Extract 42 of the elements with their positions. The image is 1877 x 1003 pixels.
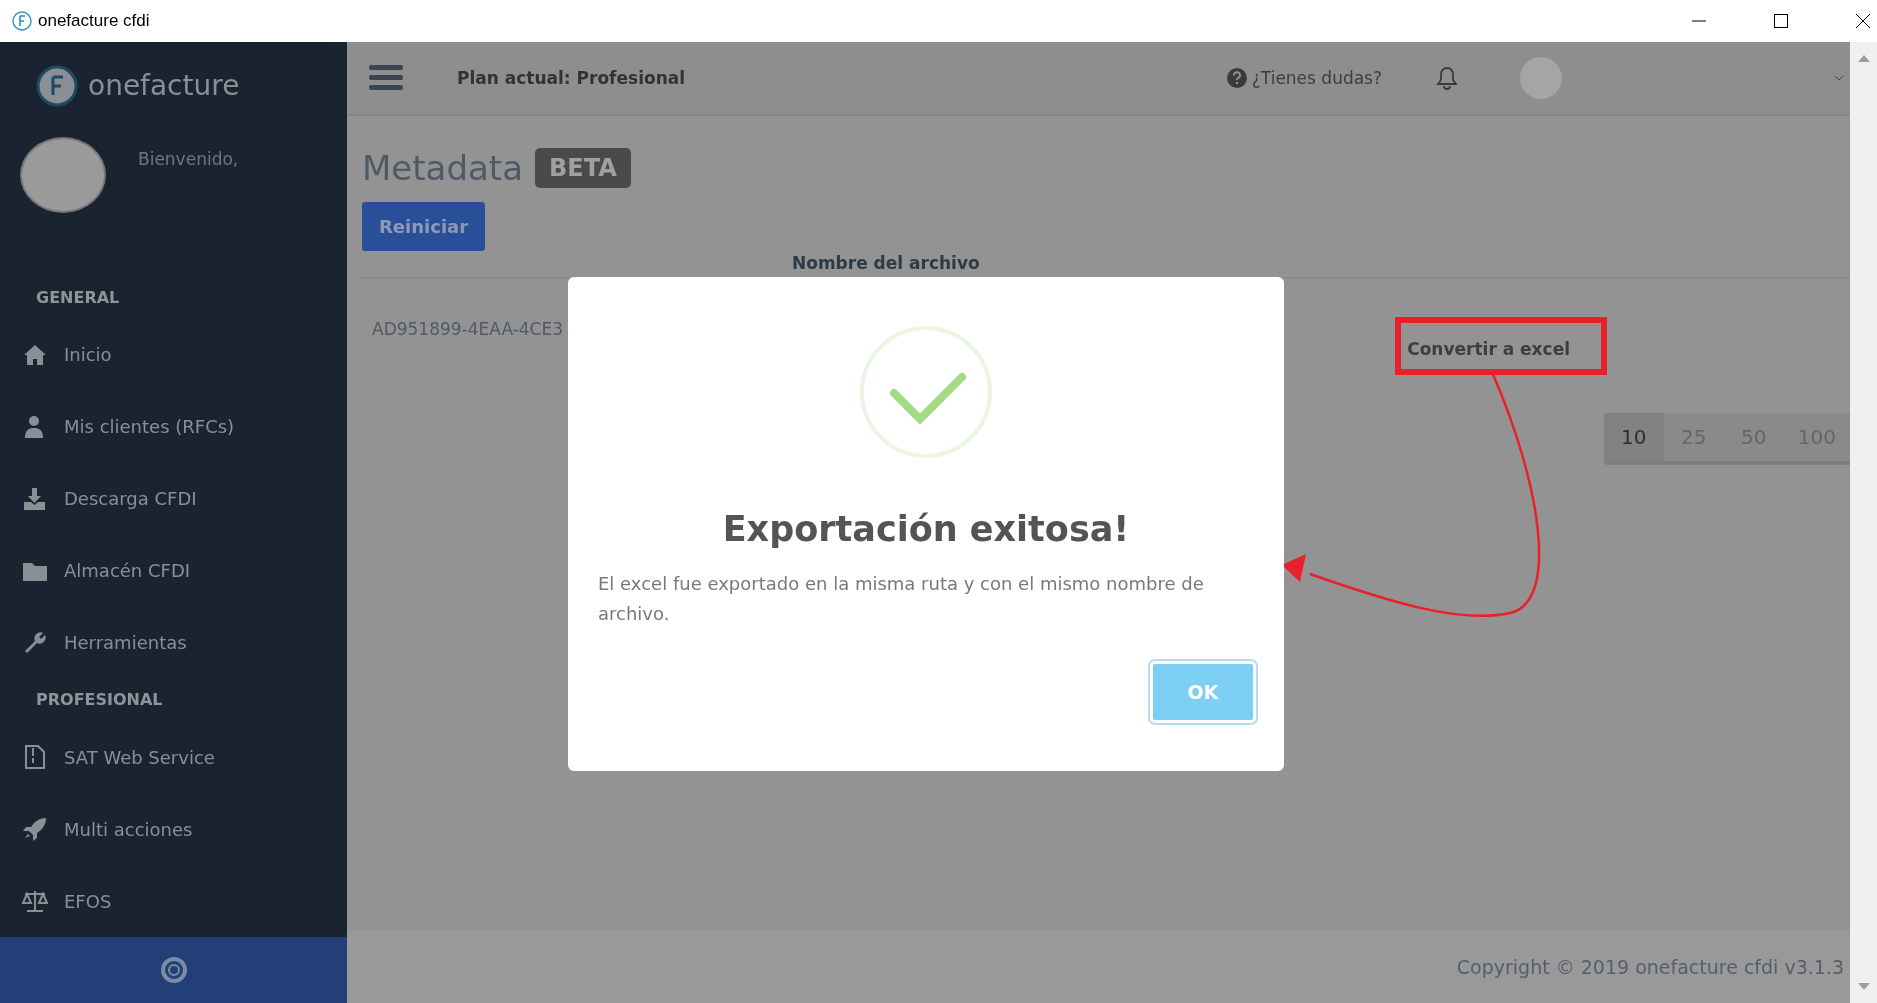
sidebar-item[interactable]: Multi acciones [0, 793, 347, 866]
scroll-up-icon[interactable] [1857, 54, 1870, 62]
beta-badge: BETA [535, 148, 631, 188]
logo-icon [36, 64, 78, 107]
column-header: Nombre del archivo [792, 253, 980, 273]
menu-icon[interactable] [369, 64, 403, 92]
table-cell: AD951899-4EAA-4CE3 [372, 319, 564, 339]
dialog-message: El excel fue exportado en la misma ruta y con el mismo nombre de archivo. [597, 572, 1205, 626]
sidebar-item[interactable]: Herramientas [0, 606, 347, 679]
scrollbar[interactable] [1850, 42, 1877, 1003]
home-icon [22, 342, 48, 367]
bell-icon[interactable] [1436, 66, 1458, 90]
convert-link[interactable]: Convertir a excel [1407, 339, 1570, 359]
scale-icon [22, 889, 48, 914]
lifebuoy-icon [159, 956, 188, 984]
section-heading: PROFESIONAL [35, 689, 164, 712]
rocket-icon [22, 817, 48, 842]
download-icon [22, 486, 48, 511]
sidebar-item[interactable]: Mis clientes (RFCs) [0, 390, 347, 463]
section-heading: GENERAL [35, 287, 121, 310]
page-title: Metadata [362, 148, 523, 188]
app-logo-icon [12, 11, 32, 31]
success-check-icon [859, 325, 993, 459]
maximize-icon[interactable] [1773, 13, 1789, 29]
window-title: onefacture cfdi [38, 11, 150, 31]
sidebar-item[interactable]: Inicio [0, 319, 347, 391]
copyright-text: Copyright © 2019 onefacture cfdi v3.1.3 [1456, 955, 1844, 978]
welcome-text: Bienvenido, [138, 149, 239, 170]
page-size-option[interactable]: 10 [1603, 413, 1664, 461]
sidebar-item[interactable]: SAT Web Service [0, 721, 347, 794]
sidebar-item[interactable]: Almacén CFDI [0, 534, 347, 607]
scroll-down-icon[interactable] [1857, 983, 1870, 991]
reset-button[interactable]: Reiniciar [362, 202, 486, 251]
sidebar-item[interactable]: EFOS [0, 865, 347, 938]
plan-label: Plan actual: Profesional [457, 68, 686, 88]
help-icon [1226, 68, 1247, 88]
close-icon[interactable] [1855, 13, 1871, 29]
help-link[interactable]: ¿Tienes dudas? [1226, 68, 1382, 88]
sidebar-item[interactable]: Descarga CFDI [0, 462, 347, 535]
chevron-down-icon[interactable] [1834, 74, 1844, 82]
dialog-title: Exportación exitosa! [722, 509, 1130, 549]
brand-name: onefacture [88, 69, 240, 103]
